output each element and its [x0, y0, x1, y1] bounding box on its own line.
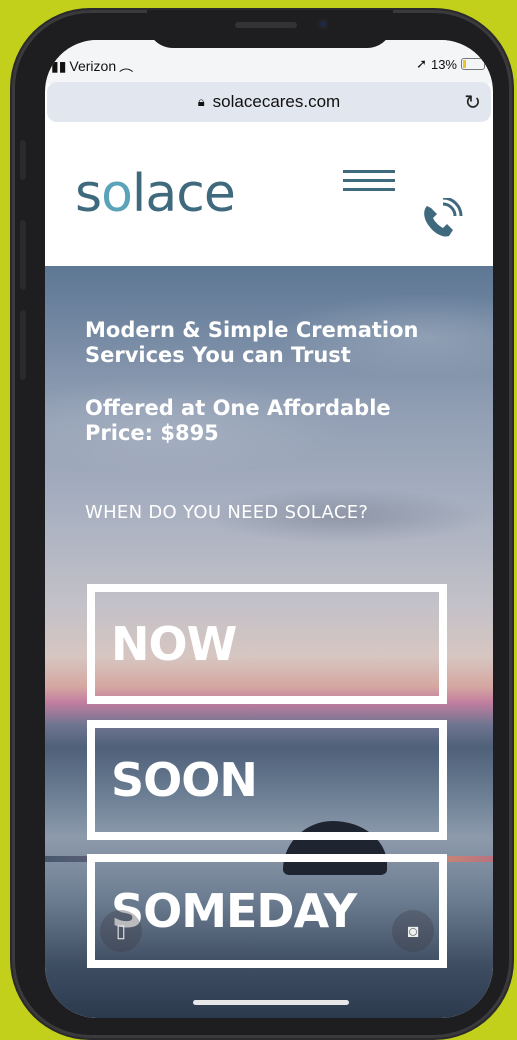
site-header: solace — [45, 122, 493, 266]
hero-question: WHEN DO YOU NEED SOLACE? — [85, 502, 369, 523]
someday-button[interactable]: SOMEDAY — [87, 854, 447, 968]
home-indicator[interactable] — [193, 1000, 349, 1005]
logo-text: solace — [75, 164, 236, 224]
wifi-icon: ︵ — [119, 58, 134, 74]
menu-icon[interactable] — [343, 164, 395, 197]
reload-icon[interactable]: ↻ — [464, 90, 481, 115]
hero-price: Offered at One Affordable Price: $895 — [85, 396, 391, 445]
status-right: ➚ 13% — [416, 56, 485, 72]
phone-screen: ▮▮ Verizon ︵ ➚ 13% 🔒︎ solacecares.com ↻ … — [45, 40, 493, 1018]
mute-switch — [20, 140, 26, 180]
battery-label: 13% — [430, 56, 457, 72]
speaker — [235, 22, 297, 28]
lock-icon: 🔒︎ — [197, 94, 205, 109]
site-logo[interactable]: solace — [75, 164, 236, 224]
location-icon: ➚ — [416, 56, 427, 71]
url-bar[interactable]: 🔒︎ solacecares.com ↻ — [47, 82, 491, 122]
signal-icon: ▮▮ — [51, 57, 67, 74]
battery-icon — [461, 58, 485, 70]
soon-button[interactable]: SOON — [87, 720, 447, 840]
url-text: solacecares.com — [212, 92, 341, 111]
notch — [147, 10, 393, 48]
phone-icon[interactable] — [417, 198, 465, 242]
volume-down-button — [20, 310, 26, 380]
camera-icon[interactable]: ◙ — [392, 910, 434, 952]
flashlight-icon[interactable]: ▯ — [100, 910, 142, 952]
carrier-label: Verizon — [69, 58, 117, 74]
volume-up-button — [20, 220, 26, 290]
now-button[interactable]: NOW — [87, 584, 447, 704]
hero-headline: Modern & Simple Cremation Services You c… — [85, 318, 419, 367]
carrier: ▮▮ Verizon ︵ — [51, 56, 133, 76]
front-camera — [317, 18, 329, 30]
